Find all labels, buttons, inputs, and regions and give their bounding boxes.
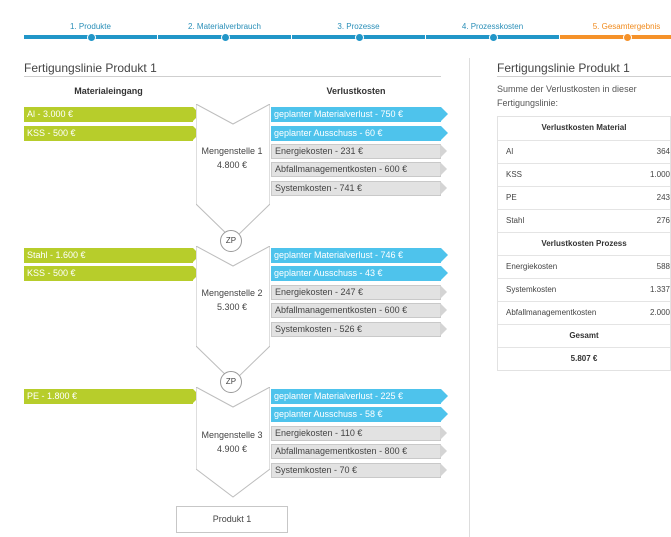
table-row: Al 364: [498, 140, 670, 163]
column-header-input: Materialeingang: [74, 86, 143, 96]
station-value: 4.800 €: [216, 160, 248, 170]
step-dot: [220, 33, 230, 42]
summary-title: Fertigungslinie Produkt 1: [497, 61, 630, 75]
station-value: 5.300 €: [216, 302, 248, 312]
loss-item: Abfallmanagementkosten - 600 €: [271, 303, 447, 318]
step-gesamtergebnis[interactable]: 5. Gesamtergebnis: [560, 21, 671, 43]
loss-item: geplanter Materialverlust - 746 €: [271, 248, 448, 263]
row-value: 2.000: [649, 308, 670, 317]
step-label: 1. Produkte: [70, 22, 111, 31]
loss-item: Abfallmanagementkosten - 800 €: [271, 444, 447, 459]
table-total-value: 5.807 €: [498, 347, 670, 370]
station-label: Mengenstelle 3 4.900 €: [194, 428, 270, 456]
step-label: 5. Gesamtergebnis: [592, 22, 661, 31]
loss-item: geplanter Ausschuss - 60 €: [271, 126, 448, 141]
funnel-shape: [196, 246, 270, 384]
material-input: Al - 3.000 €: [24, 107, 200, 122]
loss-item: Systemkosten - 70 €: [271, 463, 447, 478]
loss-item: Energiekosten - 247 €: [271, 285, 447, 300]
table-section-header: Verlustkosten Material: [541, 123, 627, 132]
row-key: Al: [506, 147, 514, 156]
panel-divider: [469, 58, 470, 537]
row-key: PE: [506, 193, 517, 202]
row-key: Abfallmanagementkosten: [506, 308, 597, 317]
table-row: Abfallmanagementkosten 2.000: [498, 301, 670, 324]
table-row: Energiekosten 588: [498, 255, 670, 278]
station-name: Mengenstelle 1: [201, 146, 263, 156]
row-value: 276: [656, 216, 670, 225]
step-materialverbrauch[interactable]: 2. Materialverbrauch: [158, 21, 291, 43]
step-label: 4. Prozesskosten: [461, 22, 524, 31]
row-value: 364: [656, 147, 670, 156]
step-prozesse[interactable]: 3. Prozesse: [292, 21, 425, 43]
step-label: 2. Materialverbrauch: [188, 22, 261, 31]
summary-description: Summe der Verlustkosten in dieser Fertig…: [497, 84, 637, 108]
loss-item: Systemkosten - 526 €: [271, 322, 447, 337]
product-output-box: Produkt 1: [176, 506, 288, 533]
step-bar: [560, 35, 671, 39]
row-key: KSS: [506, 170, 523, 179]
step-dot: [354, 33, 364, 42]
row-value: 243: [656, 193, 670, 202]
row-key: Stahl: [506, 216, 525, 225]
material-input: KSS - 500 €: [24, 266, 200, 281]
step-produkte[interactable]: 1. Produkte: [24, 21, 157, 43]
station-value: 4.900 €: [216, 444, 248, 454]
step-dot: [622, 33, 632, 42]
material-input: Stahl - 1.600 €: [24, 248, 200, 263]
station-name: Mengenstelle 2: [201, 288, 263, 298]
table-row: PE 243: [498, 186, 670, 209]
progress-stepper: 1. Produkte 2. Materialverbrauch 3. Proz…: [24, 21, 671, 43]
station-label: Mengenstelle 1 4.800 €: [194, 144, 270, 172]
loss-item: geplanter Materialverlust - 750 €: [271, 107, 448, 122]
table-row: Systemkosten 1.337: [498, 278, 670, 301]
loss-item: Abfallmanagementkosten - 600 €: [271, 162, 447, 177]
funnel-shape: [196, 104, 270, 242]
step-dot: [488, 33, 498, 42]
loss-item: geplanter Ausschuss - 58 €: [271, 407, 448, 422]
loss-item: Systemkosten - 741 €: [271, 181, 447, 196]
loss-item: Energiekosten - 110 €: [271, 426, 447, 441]
step-dot: [86, 33, 96, 42]
summary-table: Verlustkosten Material Al 364 KSS 1.000 PE…: [497, 116, 671, 371]
material-input: PE - 1.800 €: [24, 389, 200, 404]
station-name: Mengenstelle 3: [201, 430, 263, 440]
title-divider: [24, 76, 441, 77]
table-total-header: Gesamt: [498, 324, 670, 347]
loss-item: geplanter Materialverlust - 225 €: [271, 389, 448, 404]
step-prozesskosten[interactable]: 4. Prozesskosten: [426, 21, 559, 43]
table-row: Stahl 276: [498, 209, 670, 232]
row-value: 588: [656, 262, 670, 271]
material-input: KSS - 500 €: [24, 126, 200, 141]
table-row: KSS 1.000: [498, 163, 670, 186]
page-title: Fertigungslinie Produkt 1: [24, 61, 157, 75]
row-key: Systemkosten: [506, 285, 557, 294]
loss-item: geplanter Ausschuss - 43 €: [271, 266, 448, 281]
row-value: 1.337: [649, 285, 670, 294]
step-label: 3. Prozesse: [337, 22, 380, 31]
table-section-header: Verlustkosten Prozess: [498, 232, 670, 255]
station-label: Mengenstelle 2 5.300 €: [194, 286, 270, 314]
loss-item: Energiekosten - 231 €: [271, 144, 447, 159]
row-key: Energiekosten: [506, 262, 558, 271]
summary-title-divider: [497, 76, 671, 77]
column-header-loss: Verlustkosten: [326, 86, 386, 96]
row-value: 1.000: [649, 170, 670, 179]
